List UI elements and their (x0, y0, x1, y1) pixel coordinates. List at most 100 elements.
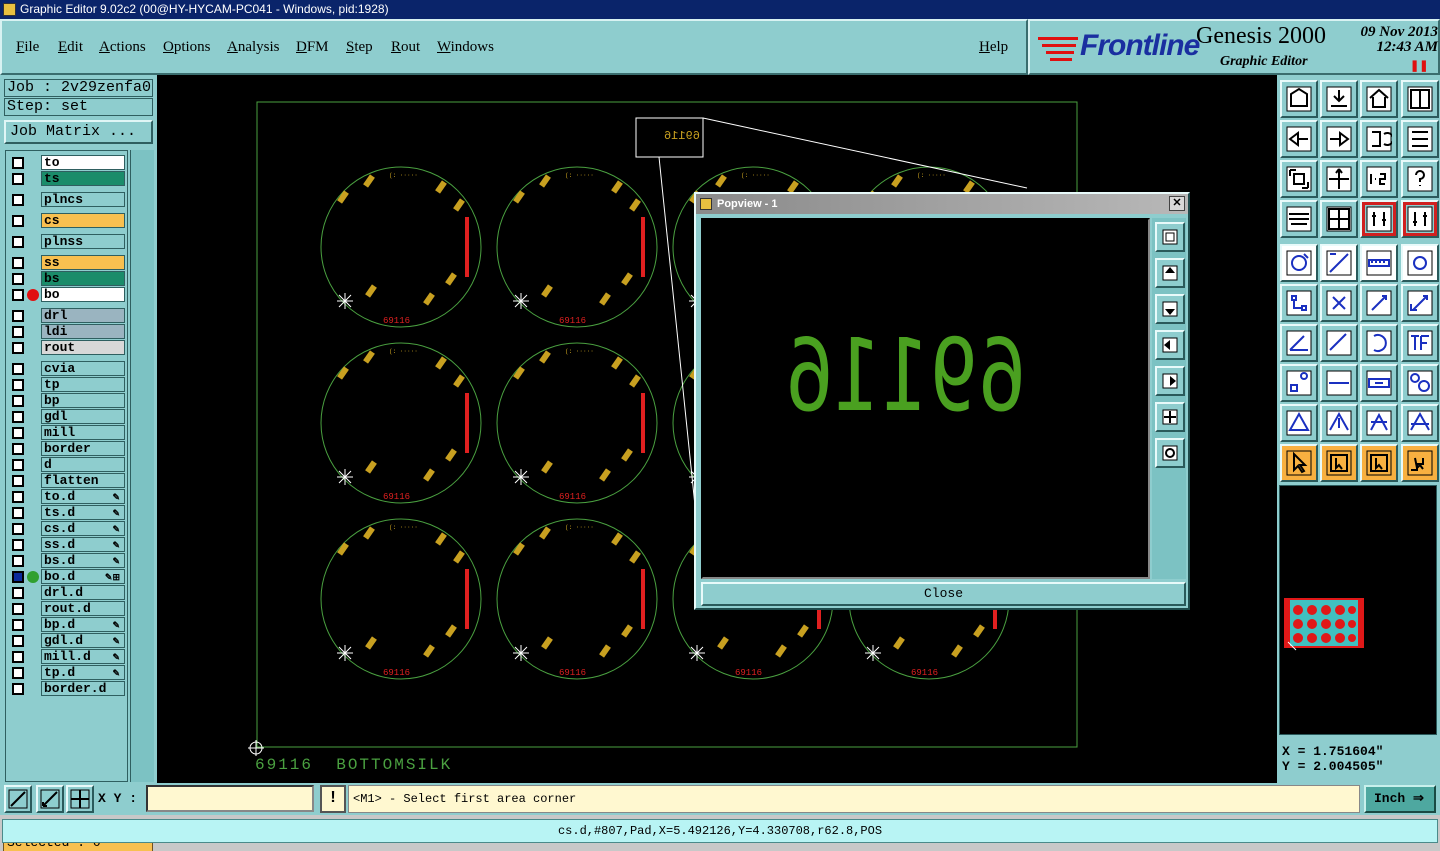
layer-checkbox[interactable] (12, 491, 24, 503)
layer-name[interactable]: border.d (41, 681, 125, 696)
popview-close-button[interactable]: Close (701, 582, 1186, 606)
menu-dfm[interactable]: DFM (296, 39, 329, 56)
net-edit-button[interactable] (1401, 444, 1439, 482)
layer-checkbox[interactable] (12, 507, 24, 519)
layer-row[interactable]: tp (8, 377, 128, 393)
snap-mode-button[interactable] (4, 785, 32, 813)
layer-checkbox[interactable] (12, 571, 24, 583)
move-button[interactable] (1360, 284, 1398, 322)
layer-row[interactable]: bs.d ✎ (8, 553, 128, 569)
layer-checkbox[interactable] (12, 395, 24, 407)
menu-rout[interactable]: Rout (391, 39, 420, 56)
grid-mode-button[interactable] (66, 785, 94, 813)
menu-analysis[interactable]: Analysis (227, 39, 280, 56)
xy-input[interactable] (146, 785, 314, 812)
add-line-button[interactable] (1320, 244, 1358, 282)
popview-zoom-in-button[interactable] (1155, 402, 1185, 432)
popview-pan-right-button[interactable] (1155, 366, 1185, 396)
layer-row[interactable]: bp (8, 393, 128, 409)
menu-edit[interactable]: Edit (58, 39, 83, 56)
zoom-down-button[interactable] (1320, 80, 1358, 118)
layers-button[interactable] (1280, 200, 1318, 238)
layer-row[interactable]: bp.d ✎ (8, 617, 128, 633)
layer-checkbox[interactable] (12, 289, 24, 301)
mirror-button[interactable] (1401, 120, 1439, 158)
layer-checkbox[interactable] (12, 635, 24, 647)
layer-checkbox[interactable] (12, 326, 24, 338)
cross-button[interactable] (1320, 284, 1358, 322)
popview-zoom-fit-button[interactable] (1155, 222, 1185, 252)
popview-titlebar[interactable]: Popview - 1 ✕ (696, 194, 1188, 214)
select-button[interactable] (1320, 444, 1358, 482)
layer-name[interactable]: bs (41, 271, 125, 286)
layer-row[interactable]: gdl (8, 409, 128, 425)
layer-checkbox[interactable] (12, 523, 24, 535)
menu-step[interactable]: Step (346, 39, 373, 56)
layer-checkbox[interactable] (12, 173, 24, 185)
popview-pan-up-button[interactable] (1155, 258, 1185, 288)
layer-name[interactable]: plncs (41, 192, 125, 207)
layer-checkbox[interactable] (12, 443, 24, 455)
layer-row[interactable]: border.d (8, 681, 128, 697)
layer-row[interactable]: ts.d ✎ (8, 505, 128, 521)
layer-name[interactable]: gdl.d ✎ (41, 633, 125, 648)
layer-name[interactable]: bp.d ✎ (41, 617, 125, 632)
menu-options[interactable]: Options (163, 39, 211, 56)
measure-mode-button[interactable] (36, 785, 64, 813)
popview-close-icon[interactable]: ✕ (1169, 196, 1185, 211)
layer-checkbox[interactable] (12, 667, 24, 679)
layer-checkbox[interactable] (12, 194, 24, 206)
menu-help[interactable]: Help (979, 39, 1008, 56)
layer-checkbox[interactable] (12, 379, 24, 391)
menu-windows[interactable]: Windows (437, 39, 494, 56)
layer-row[interactable]: ldi (8, 324, 128, 340)
layer-row[interactable]: drl.d (8, 585, 128, 601)
layer-name[interactable]: tp (41, 377, 125, 392)
layer-row[interactable]: cs.d ✎ (8, 521, 128, 537)
layer-checkbox[interactable] (12, 215, 24, 227)
edit-select-button[interactable] (1360, 444, 1398, 482)
menu-file[interactable]: File (16, 39, 39, 56)
layer-checkbox[interactable] (12, 651, 24, 663)
pointer-button[interactable] (1280, 444, 1318, 482)
layer-checkbox[interactable] (12, 587, 24, 599)
layer-row[interactable]: plnss (8, 234, 128, 250)
triangle-button[interactable] (1280, 404, 1318, 442)
text-button[interactable] (1401, 324, 1439, 362)
measure-button[interactable] (1360, 364, 1398, 402)
layer-checkbox[interactable] (12, 619, 24, 631)
layer-row[interactable]: tp.d ✎ (8, 665, 128, 681)
popview-zoom-out-button[interactable] (1155, 438, 1185, 468)
layer-name[interactable]: ldi (41, 324, 125, 339)
pause-icon[interactable]: ❚❚ (1410, 59, 1428, 72)
copy-button[interactable] (1401, 284, 1439, 322)
layer-checkbox[interactable] (12, 683, 24, 695)
layer-name[interactable]: bs.d ✎ (41, 553, 125, 568)
layer-row[interactable]: drl (8, 308, 128, 324)
popview-pan-left-button[interactable] (1155, 330, 1185, 360)
layer-name[interactable]: cs.d ✎ (41, 521, 125, 536)
popview-canvas[interactable]: 69116 (701, 218, 1150, 579)
layer-name[interactable]: drl.d (41, 585, 125, 600)
layer-checkbox[interactable] (12, 411, 24, 423)
line-button[interactable] (1320, 324, 1358, 362)
zoom-home-button[interactable] (1280, 80, 1318, 118)
zoom-ratio-button[interactable] (1360, 160, 1398, 198)
arrow-tri-button[interactable] (1320, 404, 1358, 442)
layer-row[interactable]: ts (8, 171, 128, 187)
feature-select-button[interactable] (1360, 200, 1398, 238)
layer-checkbox[interactable] (12, 427, 24, 439)
layer-row[interactable]: cs (8, 213, 128, 229)
grid-button[interactable] (1320, 200, 1358, 238)
layer-name[interactable]: cvia (41, 361, 125, 376)
layer-checkbox[interactable] (12, 539, 24, 551)
job-matrix-button[interactable]: Job Matrix ... (4, 120, 153, 144)
layer-name[interactable]: flatten (41, 473, 125, 488)
layer-name[interactable]: d (41, 457, 125, 472)
flip-button[interactable] (1401, 404, 1439, 442)
window-split-button[interactable] (1401, 80, 1439, 118)
layer-name[interactable]: to (41, 155, 125, 170)
layer-name[interactable]: mill.d ✎ (41, 649, 125, 664)
layer-row[interactable]: to.d ✎ (8, 489, 128, 505)
ruler-button[interactable] (1360, 244, 1398, 282)
